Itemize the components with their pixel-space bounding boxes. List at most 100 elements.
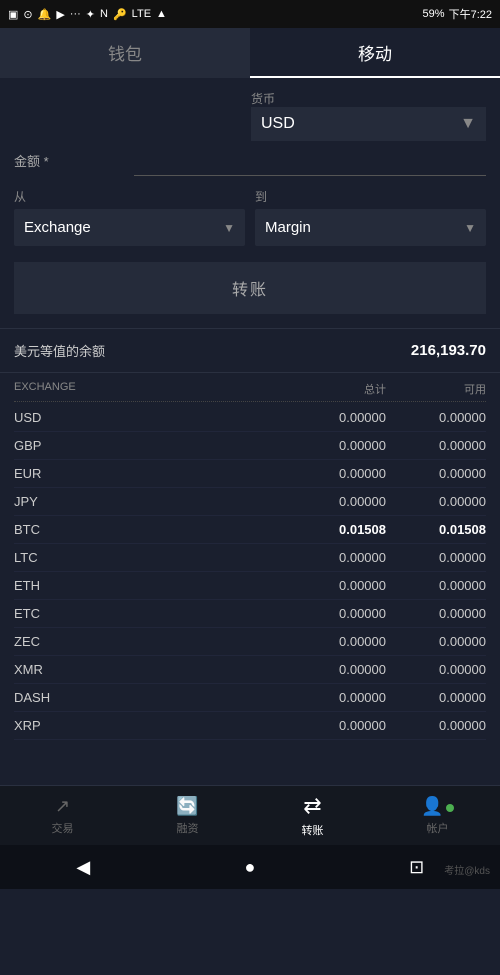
cell-available: 0.01508 [386, 522, 486, 537]
cell-currency-name: USD [14, 410, 276, 425]
nav-transfer-label: 转账 [302, 822, 324, 838]
table-row: LTC0.000000.00000 [14, 544, 486, 572]
table-row: BTC0.015080.01508 [14, 516, 486, 544]
android-recents-button[interactable]: ⊡ [395, 845, 439, 889]
table-row: ETH0.000000.00000 [14, 572, 486, 600]
recents-icon: ⊡ [409, 857, 424, 878]
cell-currency-name: LTC [14, 550, 276, 565]
cell-currency-name: ETC [14, 606, 276, 621]
tab-transfer[interactable]: 移动 [250, 28, 500, 78]
cell-currency-name: BTC [14, 522, 276, 537]
tab-wallet[interactable]: 钱包 [0, 28, 250, 78]
from-col: 从 Exchange ▼ [14, 188, 245, 246]
amount-row: 金额 * [14, 145, 486, 176]
cell-total: 0.00000 [276, 662, 386, 677]
cell-available: 0.00000 [386, 550, 486, 565]
to-value: Margin [265, 219, 311, 236]
status-icon-3: 🔔 [38, 8, 52, 21]
amount-label: 金额 * [14, 151, 134, 170]
table-row: ZEC0.000000.00000 [14, 628, 486, 656]
status-icon-2: ⊙ [23, 8, 32, 21]
table-row: ETC0.000000.00000 [14, 600, 486, 628]
android-back-button[interactable]: ◀ [61, 845, 105, 889]
status-left: ▣ ⊙ 🔔 ▶ ··· ✦ N 🔑 LTE ▲ [8, 8, 167, 21]
nav-funding[interactable]: 🔄 融资 [125, 786, 250, 845]
balance-label: 美元等值的余额 [14, 341, 105, 360]
nav-account[interactable]: 👤 帐户 [375, 786, 500, 845]
cell-available: 0.00000 [386, 466, 486, 481]
to-col: 到 Margin ▼ [255, 188, 486, 246]
to-arrow-icon: ▼ [464, 221, 476, 235]
nav-funding-label: 融资 [177, 820, 199, 836]
online-dot [446, 804, 454, 812]
bottom-nav: ↗ 交易 🔄 融资 ⇄ 转账 👤 帐户 [0, 785, 500, 845]
account-icon: 👤 [421, 796, 453, 817]
from-dropdown[interactable]: Exchange ▼ [14, 209, 245, 246]
balance-row: 美元等值的余额 216,193.70 [0, 329, 500, 372]
currency-dropdown[interactable]: USD ▼ [251, 107, 486, 141]
from-value: Exchange [24, 219, 91, 236]
from-to-row: 从 Exchange ▼ 到 Margin ▼ [14, 188, 486, 246]
cell-available: 0.00000 [386, 438, 486, 453]
currency-arrow-icon: ▼ [460, 115, 476, 133]
table-section: EXCHANGE 总计 可用 USD0.000000.00000GBP0.000… [0, 373, 500, 740]
watermark: 考拉@kds [444, 862, 490, 877]
nav-transfer[interactable]: ⇄ 转账 [250, 786, 375, 845]
transfer-icon: ⇄ [303, 793, 321, 819]
currency-value: USD [261, 115, 295, 133]
cell-available: 0.00000 [386, 662, 486, 677]
tab-header: 钱包 移动 [0, 28, 500, 78]
transfer-button[interactable]: 转账 [14, 262, 486, 314]
cell-total: 0.00000 [276, 466, 386, 481]
time-text: 下午7:22 [449, 6, 492, 22]
cell-total: 0.01508 [276, 522, 386, 537]
table-col-total: 总计 [276, 381, 386, 397]
cell-available: 0.00000 [386, 494, 486, 509]
status-icon-1: ▣ [8, 8, 18, 21]
cell-total: 0.00000 [276, 494, 386, 509]
from-arrow-icon: ▼ [223, 221, 235, 235]
table-row: USD0.000000.00000 [14, 404, 486, 432]
cell-available: 0.00000 [386, 578, 486, 593]
from-label: 从 [14, 188, 245, 205]
table-col-exchange: EXCHANGE [14, 381, 276, 397]
cell-currency-name: DASH [14, 690, 276, 705]
home-icon: ● [245, 857, 256, 878]
cell-total: 0.00000 [276, 578, 386, 593]
trade-icon: ↗ [55, 796, 70, 817]
table-header-row: EXCHANGE 总计 可用 [14, 373, 486, 402]
nav-trade-label: 交易 [52, 820, 74, 836]
cell-currency-name: EUR [14, 466, 276, 481]
table-row: GBP0.000000.00000 [14, 432, 486, 460]
currency-row: 货币 USD ▼ [14, 90, 486, 141]
status-icon-lte: LTE [132, 8, 151, 20]
cell-currency-name: XMR [14, 662, 276, 677]
table-row: XMR0.000000.00000 [14, 656, 486, 684]
table-row: DASH0.000000.00000 [14, 684, 486, 712]
to-label: 到 [255, 188, 486, 205]
status-bar: ▣ ⊙ 🔔 ▶ ··· ✦ N 🔑 LTE ▲ 59% 下午7:22 [0, 0, 500, 28]
cell-available: 0.00000 [386, 690, 486, 705]
android-nav: ◀ ● ⊡ 考拉@kds [0, 845, 500, 889]
cell-currency-name: ETH [14, 578, 276, 593]
cell-currency-name: XRP [14, 718, 276, 733]
amount-input[interactable] [134, 145, 486, 176]
cell-currency-name: GBP [14, 438, 276, 453]
nav-account-label: 帐户 [427, 820, 449, 836]
cell-currency-name: ZEC [14, 634, 276, 649]
cell-total: 0.00000 [276, 410, 386, 425]
nav-trade[interactable]: ↗ 交易 [0, 786, 125, 845]
cell-available: 0.00000 [386, 634, 486, 649]
cell-total: 0.00000 [276, 690, 386, 705]
status-icon-4: ▶ [56, 8, 64, 21]
table-row: EUR0.000000.00000 [14, 460, 486, 488]
to-dropdown[interactable]: Margin ▼ [255, 209, 486, 246]
status-icon-signal: ▲ [156, 8, 167, 20]
cell-total: 0.00000 [276, 606, 386, 621]
form-section: 货币 USD ▼ 金额 * 从 Exchange ▼ 到 Margin ▼ [0, 78, 500, 246]
status-icon-5: ··· [70, 8, 81, 20]
android-home-button[interactable]: ● [228, 845, 272, 889]
cell-available: 0.00000 [386, 718, 486, 733]
table-row: JPY0.000000.00000 [14, 488, 486, 516]
status-icon-nfc: N [100, 8, 108, 20]
